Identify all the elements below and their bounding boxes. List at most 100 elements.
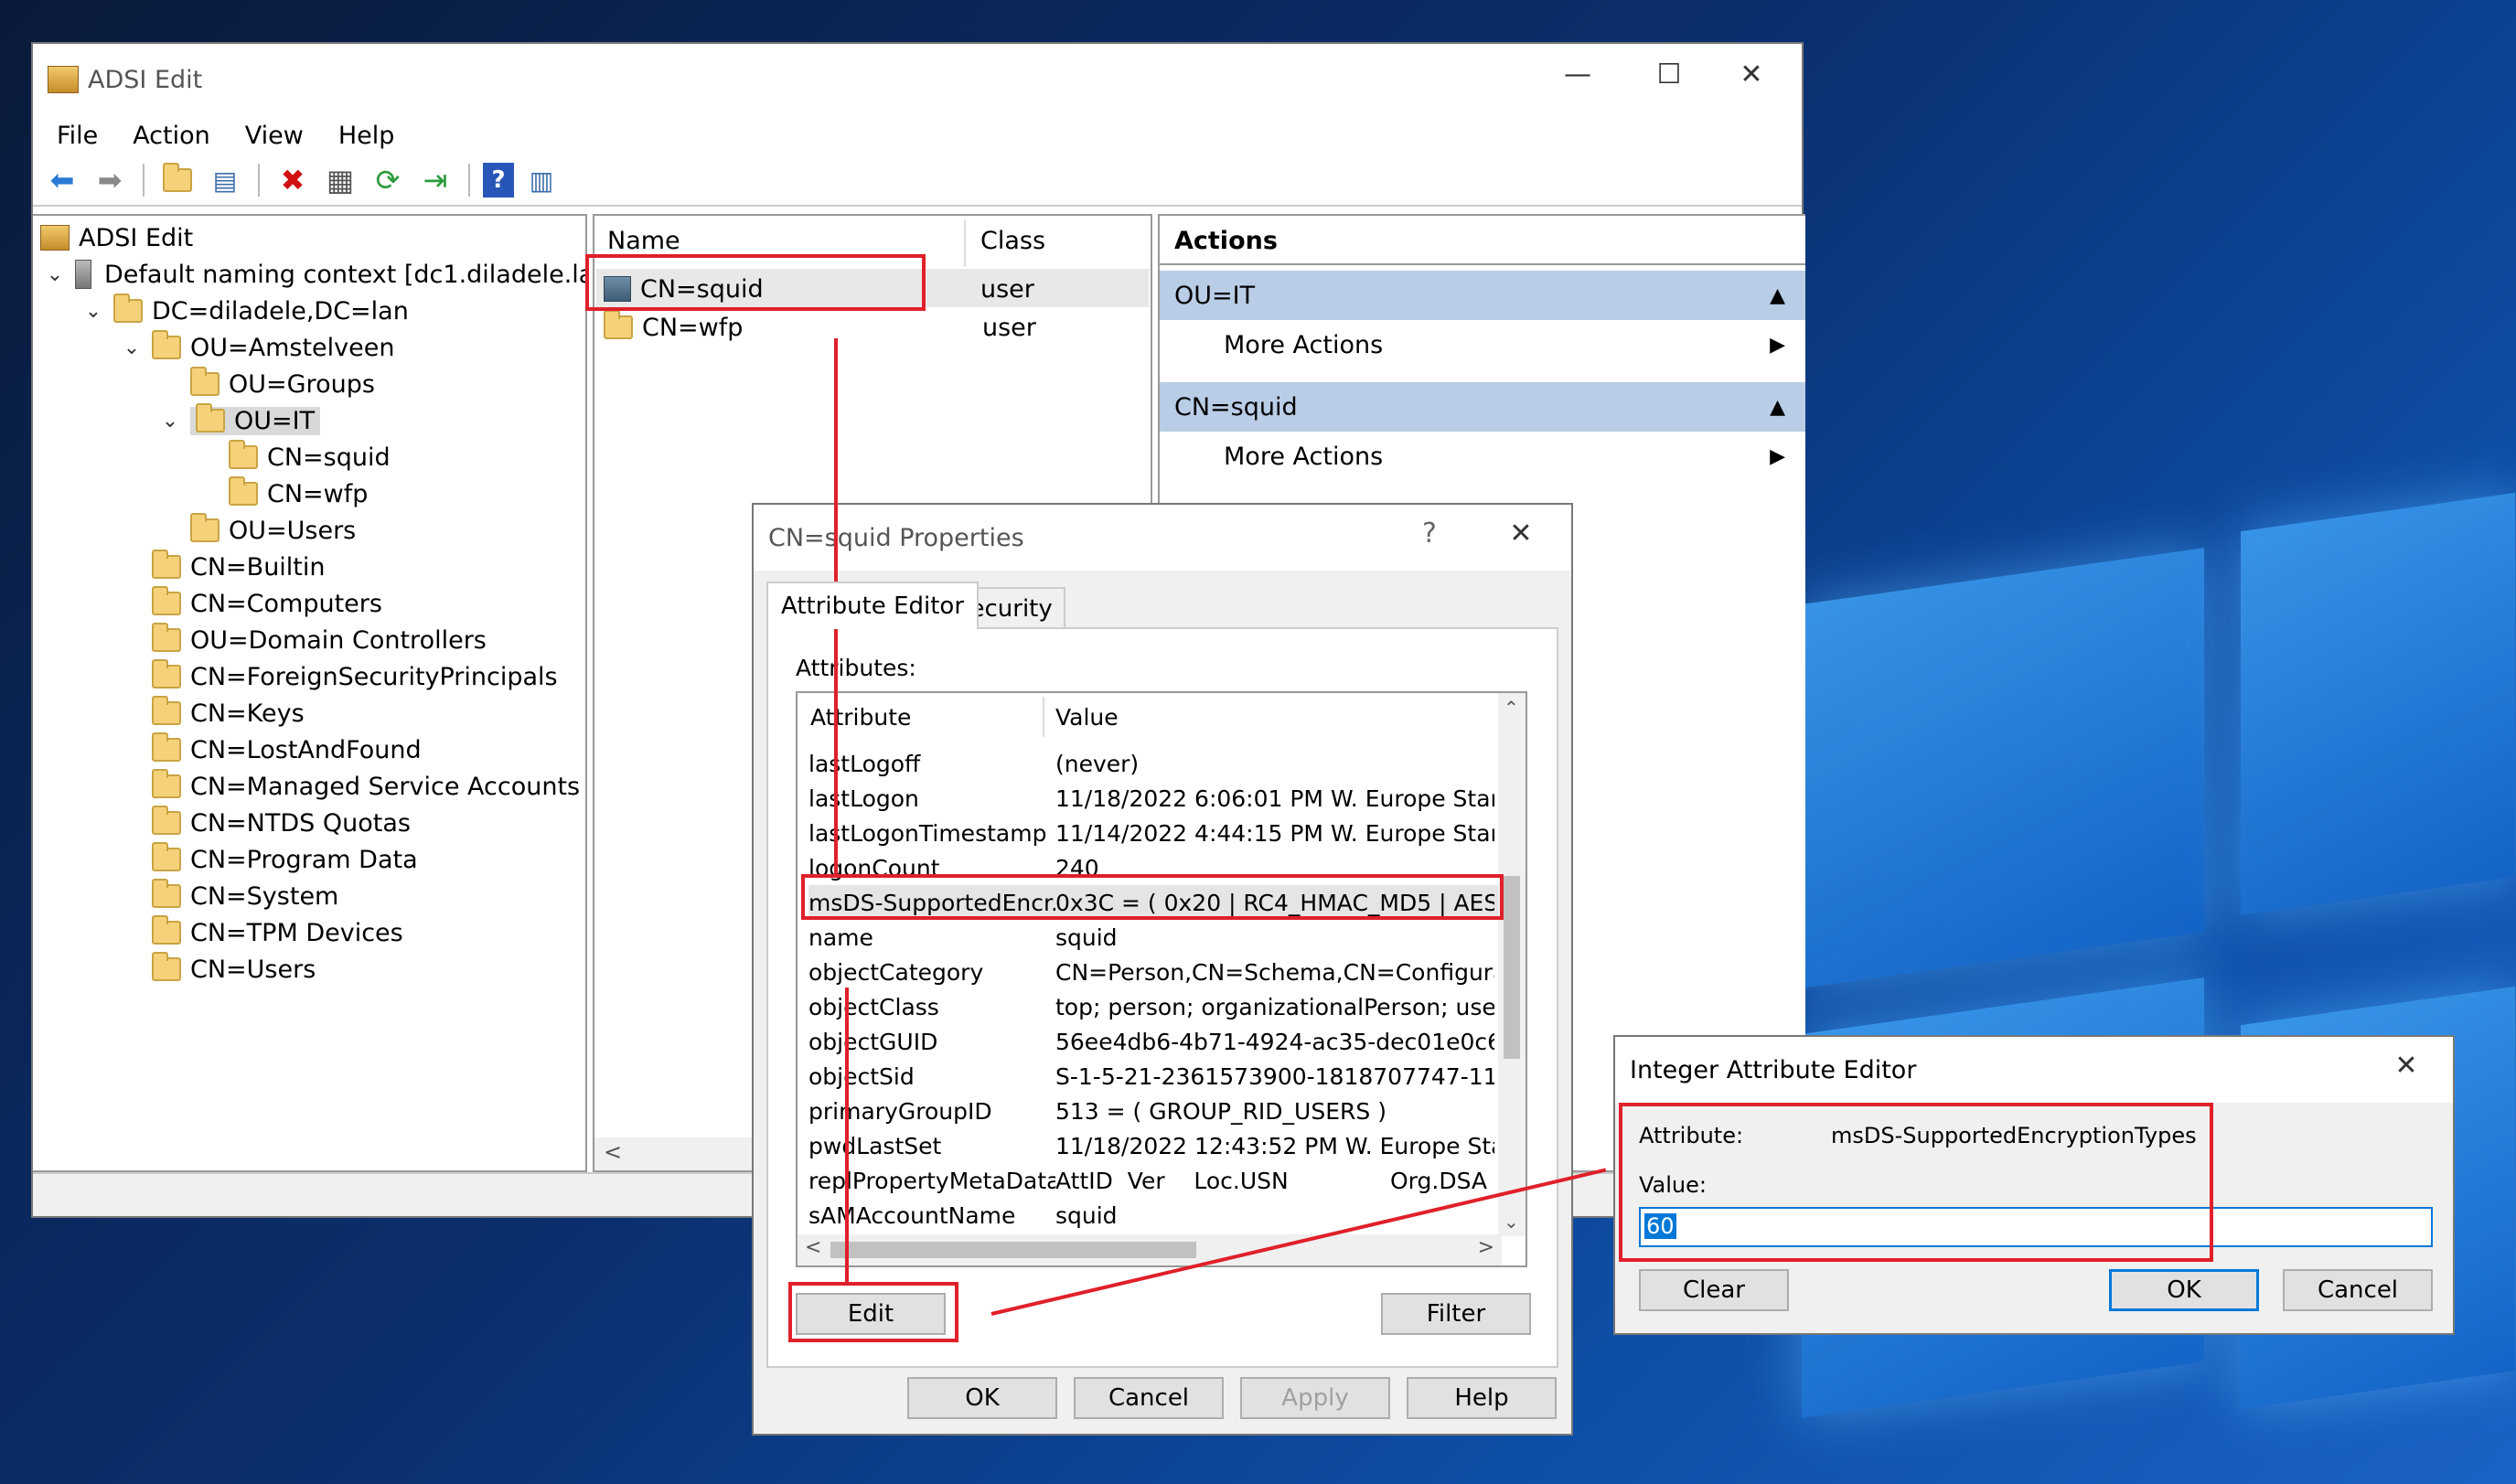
horizontal-scrollbar[interactable]: < > bbox=[798, 1234, 1502, 1265]
menu-action[interactable]: Action bbox=[118, 122, 230, 150]
tree-item-cn-tpm-devices[interactable]: CN=TPM Devices bbox=[152, 914, 403, 951]
refresh-icon[interactable]: ⟳ bbox=[368, 160, 408, 200]
folder-icon bbox=[190, 513, 219, 542]
console-tree-icon[interactable]: ▤ bbox=[205, 160, 245, 200]
submenu-right-icon: ▶ bbox=[1770, 444, 1785, 468]
dialog-close-button[interactable]: ✕ bbox=[1480, 518, 1562, 558]
vertical-scrollbar[interactable]: ⌃ ⌄ bbox=[1498, 693, 1526, 1236]
highlight-msds-row bbox=[801, 874, 1504, 920]
tree-item-cn-system[interactable]: CN=System bbox=[152, 878, 338, 914]
chevron-down-icon[interactable]: ⌄ bbox=[42, 263, 68, 286]
folder-up-icon[interactable] bbox=[157, 160, 198, 200]
editor-close-button[interactable]: ✕ bbox=[2365, 1050, 2447, 1090]
scroll-thumb[interactable] bbox=[830, 1242, 1196, 1258]
tree-item-cn-managed-service-accounts[interactable]: CN=Managed Service Accounts bbox=[152, 768, 580, 805]
attribute-row[interactable]: lastLogon 11/18/2022 6:06:01 PM W. Europe… bbox=[808, 781, 1504, 816]
back-arrow-icon[interactable]: ⬅ bbox=[42, 160, 82, 200]
actions-header: Actions bbox=[1174, 226, 1278, 255]
export-icon[interactable]: ⇥ bbox=[415, 160, 455, 200]
attribute-row[interactable]: sAMAccountName squid bbox=[808, 1198, 1504, 1233]
scroll-left-icon[interactable]: < bbox=[805, 1236, 821, 1259]
editor-cancel-button[interactable]: Cancel bbox=[2283, 1269, 2433, 1311]
dialog-help-button[interactable]: ? bbox=[1388, 518, 1471, 558]
properties-icon[interactable]: ▦ bbox=[320, 160, 360, 200]
forward-arrow-icon[interactable]: ➡ bbox=[90, 160, 130, 200]
tab-attribute-editor[interactable]: Attribute Editor bbox=[766, 582, 980, 629]
menu-help[interactable]: Help bbox=[324, 122, 415, 150]
tree-item-cn-ntds-quotas[interactable]: CN=NTDS Quotas bbox=[152, 805, 411, 841]
more-actions-cn-squid[interactable]: More Actions ▶ bbox=[1160, 432, 1805, 481]
filter-button[interactable]: Filter bbox=[1381, 1293, 1531, 1335]
attribute-row[interactable]: objectCategory CN=Person,CN=Schema,CN=Con… bbox=[808, 955, 1504, 989]
chevron-down-icon[interactable]: ⌄ bbox=[119, 336, 145, 359]
tree-item-ou-domain-controllers[interactable]: OU=Domain Controllers bbox=[152, 622, 487, 658]
tree-item-cn-users[interactable]: CN=Users bbox=[152, 951, 316, 988]
adsi-edit-root-icon bbox=[40, 225, 70, 251]
attribute-row[interactable]: objectClass top; person; organizationalPe… bbox=[808, 989, 1504, 1024]
maximize-button[interactable]: ☐ bbox=[1628, 59, 1710, 99]
folder-icon bbox=[152, 550, 181, 579]
cancel-button[interactable]: Cancel bbox=[1074, 1377, 1224, 1419]
close-button[interactable]: ✕ bbox=[1710, 59, 1793, 99]
tree-root[interactable]: ADSI Edit bbox=[40, 219, 193, 256]
collapse-up-icon[interactable]: ▲ bbox=[1770, 284, 1785, 307]
attribute-row[interactable]: pwdLastSet 11/18/2022 12:43:52 PM W. Euro… bbox=[808, 1128, 1504, 1163]
attribute-row[interactable]: lastLogoff (never) bbox=[808, 746, 1504, 781]
tree-item-cn-keys[interactable]: CN=Keys bbox=[152, 695, 305, 731]
editor-ok-button[interactable]: OK bbox=[2109, 1269, 2259, 1311]
attribute-row[interactable]: objectSid S-1-5-21-2361573900-1818707747-… bbox=[808, 1059, 1504, 1094]
tree-item-cn-builtin[interactable]: CN=Builtin bbox=[152, 549, 326, 585]
minimize-button[interactable]: — bbox=[1536, 59, 1619, 99]
column-header-class[interactable]: Class bbox=[980, 227, 1045, 255]
delete-icon[interactable]: ✖ bbox=[273, 160, 313, 200]
ok-button[interactable]: OK bbox=[907, 1377, 1057, 1419]
clear-button[interactable]: Clear bbox=[1639, 1269, 1789, 1311]
column-header-name[interactable]: Name bbox=[607, 227, 680, 255]
more-actions-ou-it[interactable]: More Actions ▶ bbox=[1160, 320, 1805, 369]
actions-section-cn-squid[interactable]: CN=squid ▲ bbox=[1160, 382, 1805, 432]
actions-section-ou-it[interactable]: OU=IT ▲ bbox=[1160, 271, 1805, 320]
connector-line-vertical-edit bbox=[845, 988, 849, 1284]
chevron-down-icon[interactable]: ⌄ bbox=[80, 300, 106, 323]
tree-item-cn-program-data[interactable]: CN=Program Data bbox=[152, 841, 418, 878]
tree-item-cn-squid[interactable]: CN=squid bbox=[229, 439, 391, 475]
folder-icon bbox=[152, 915, 181, 945]
attribute-row[interactable]: lastLogonTimestamp 11/14/2022 4:44:15 PM … bbox=[808, 816, 1504, 850]
help-button[interactable]: Help bbox=[1407, 1377, 1557, 1419]
column-header-value[interactable]: Value bbox=[1055, 704, 1119, 731]
scroll-up-icon[interactable]: ⌃ bbox=[1504, 697, 1519, 719]
tree-item-dc-diladele[interactable]: ⌄ DC=diladele,DC=lan bbox=[80, 293, 409, 329]
help-icon[interactable]: ? bbox=[483, 163, 514, 198]
folder-icon bbox=[152, 952, 181, 981]
scroll-down-icon[interactable]: ⌄ bbox=[1504, 1211, 1519, 1233]
tree-item-ou-amstelveen[interactable]: ⌄ OU=Amstelveen bbox=[119, 329, 395, 366]
attribute-row[interactable]: replPropertyMetaData AttID Ver Loc.USN Or… bbox=[808, 1163, 1504, 1198]
tree-item-default-naming-context[interactable]: ⌄ Default naming context [dc1.diladele.l… bbox=[42, 256, 585, 293]
chevron-down-icon[interactable]: ⌄ bbox=[157, 410, 183, 432]
folder-icon bbox=[113, 294, 143, 323]
column-header-attribute[interactable]: Attribute bbox=[810, 704, 911, 731]
tree-item-cn-lost-and-found[interactable]: CN=LostAndFound bbox=[152, 731, 422, 768]
attribute-row[interactable]: primaryGroupID 513 = ( GROUP_RID_USERS ) bbox=[808, 1094, 1504, 1128]
attribute-row[interactable]: name squid bbox=[808, 920, 1504, 955]
server-icon bbox=[75, 260, 91, 289]
scroll-right-icon[interactable]: > bbox=[1478, 1236, 1494, 1259]
collapse-up-icon[interactable]: ▲ bbox=[1770, 396, 1785, 419]
scroll-left-arrow[interactable]: < bbox=[604, 1139, 622, 1165]
folder-icon bbox=[152, 623, 181, 652]
tree-item-ou-users[interactable]: OU=Users bbox=[190, 512, 356, 549]
folder-icon bbox=[196, 403, 225, 432]
tree-item-ou-it[interactable]: ⌄ OU=IT bbox=[157, 402, 321, 439]
tree-item-cn-computers[interactable]: CN=Computers bbox=[152, 585, 382, 622]
apply-button[interactable]: Apply bbox=[1240, 1377, 1390, 1419]
folder-icon bbox=[152, 330, 181, 359]
menu-view[interactable]: View bbox=[230, 122, 324, 150]
menu-file[interactable]: File bbox=[42, 122, 118, 150]
scroll-thumb[interactable] bbox=[1504, 876, 1520, 1059]
tree-item-ou-groups[interactable]: OU=Groups bbox=[190, 366, 375, 402]
attribute-row[interactable]: objectGUID 56ee4db6-4b71-4924-ac35-dec01e… bbox=[808, 1024, 1504, 1059]
tree-item-cn-wfp[interactable]: CN=wfp bbox=[229, 475, 368, 512]
tree-item-cn-foreign-security-principals[interactable]: CN=ForeignSecurityPrincipals bbox=[152, 658, 558, 695]
show-hide-pane-icon[interactable]: ▥ bbox=[521, 160, 562, 200]
list-row[interactable]: CN=wfp user bbox=[604, 309, 1036, 346]
